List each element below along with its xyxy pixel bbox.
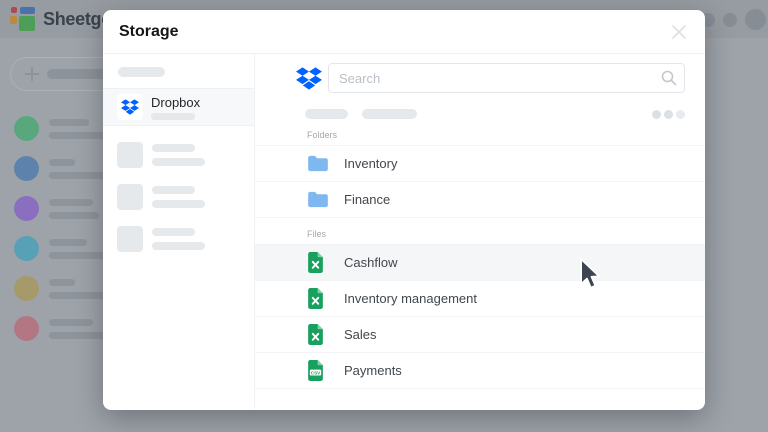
folder-row-inventory[interactable]: Inventory: [255, 146, 705, 182]
brand-name: Sheetgo: [43, 8, 112, 29]
list-item: [14, 156, 109, 181]
search-input[interactable]: [328, 63, 685, 93]
folder-row-finance[interactable]: Finance: [255, 182, 705, 218]
item-label: Cashflow: [344, 255, 398, 270]
row-actions-skeleton: [652, 109, 685, 119]
spreadsheet-file-icon: [307, 288, 329, 309]
sheetgo-logo-icon: [10, 6, 36, 32]
item-label: Inventory management: [344, 291, 477, 306]
sidebar-item-skeleton: [117, 142, 254, 168]
sidebar-item-label: Dropbox: [151, 94, 201, 110]
item-label: Inventory: [344, 156, 398, 171]
file-row-inventory-management[interactable]: Inventory management: [255, 281, 705, 317]
breadcrumb-skeleton: [305, 109, 685, 119]
item-label: Sales: [344, 327, 377, 342]
close-icon[interactable]: [671, 24, 687, 40]
dropbox-icon: [117, 94, 143, 120]
background-workflow-list: [14, 116, 109, 341]
csv-file-icon: CSV: [307, 360, 329, 381]
folder-icon: [307, 155, 329, 172]
file-row-cashflow[interactable]: Cashflow: [255, 245, 705, 281]
storage-modal: Storage Dropbox Search Folders Inventory…: [103, 10, 705, 410]
avatar: [14, 116, 39, 141]
mouse-cursor: [580, 258, 601, 289]
list-item: [14, 316, 109, 341]
file-browser-panel: Folders Inventory Finance Files: [255, 54, 705, 409]
avatar: [14, 236, 39, 261]
list-item: [14, 196, 109, 221]
item-label: Payments: [344, 363, 402, 378]
avatar: [14, 316, 39, 341]
file-row-payments[interactable]: CSV Payments: [255, 353, 705, 389]
list-item: [14, 276, 109, 301]
header-dot: [745, 9, 766, 30]
list-item: [14, 236, 109, 261]
sidebar-item-skeleton: [117, 226, 254, 252]
modal-title: Storage: [119, 22, 179, 40]
avatar: [14, 156, 39, 181]
skeleton-bar: [151, 112, 195, 120]
section-label-files: Files: [255, 218, 705, 245]
folder-icon: [307, 191, 329, 208]
list-item: [14, 116, 109, 141]
modal-header: Storage: [103, 10, 705, 54]
section-label-folders: Folders: [255, 119, 705, 146]
skeleton-bar: [362, 109, 417, 119]
storage-sidebar: Dropbox: [103, 54, 255, 409]
sidebar-item-dropbox[interactable]: Dropbox: [103, 88, 254, 126]
plus-icon: [25, 67, 39, 81]
skeleton-bar: [305, 109, 348, 119]
sidebar-item-skeleton: [117, 184, 254, 210]
svg-text:CSV: CSV: [311, 370, 321, 375]
spreadsheet-file-icon: [307, 324, 329, 345]
avatar: [14, 276, 39, 301]
item-label: Finance: [344, 192, 391, 207]
header-dot: [723, 12, 737, 27]
skeleton-bar: [47, 69, 107, 79]
skeleton-bar: [118, 67, 165, 77]
dropbox-logo-icon: [296, 66, 322, 90]
avatar: [14, 196, 39, 221]
spreadsheet-file-icon: [307, 252, 329, 273]
header-avatar-skeletons: [701, 9, 766, 30]
sheetgo-brand: Sheetgo: [10, 6, 112, 32]
file-row-sales[interactable]: Sales: [255, 317, 705, 353]
search-icon: [661, 70, 677, 86]
